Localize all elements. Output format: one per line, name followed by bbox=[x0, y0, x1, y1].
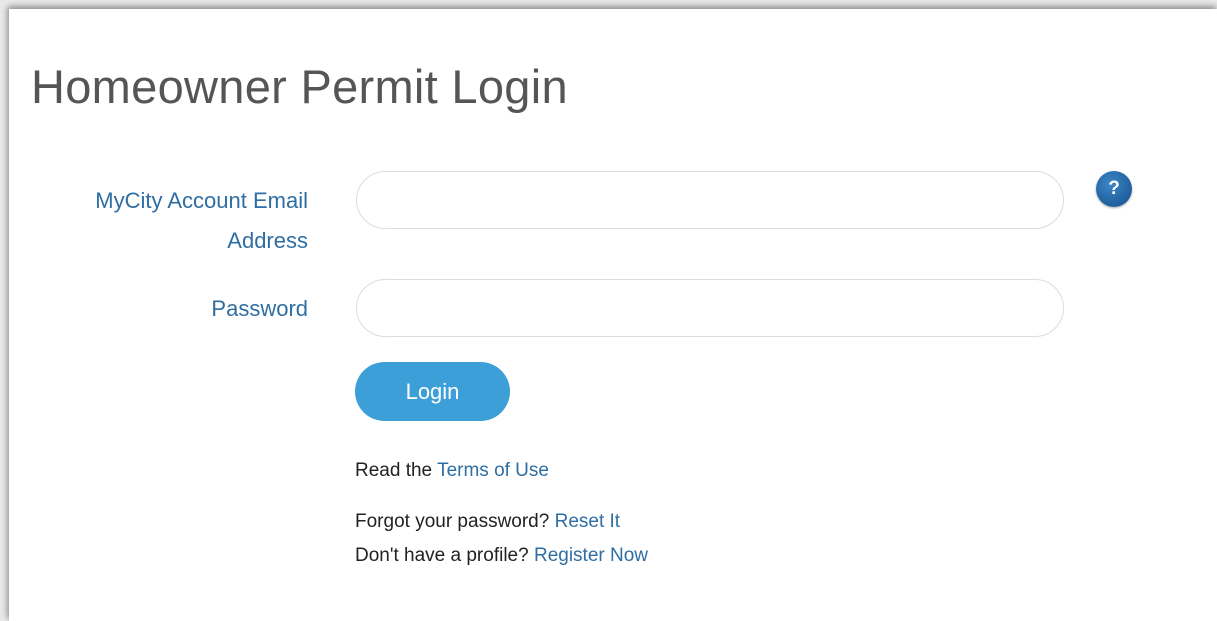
email-input[interactable] bbox=[356, 171, 1064, 229]
login-button[interactable]: Login bbox=[355, 362, 510, 421]
forgot-password-line: Forgot your password? Reset It bbox=[355, 511, 620, 533]
forgot-prefix: Forgot your password? bbox=[355, 511, 555, 532]
reset-password-link[interactable]: Reset It bbox=[555, 511, 620, 532]
email-label-line-1: MyCity Account Email bbox=[95, 188, 308, 213]
register-prefix: Don't have a profile? bbox=[355, 545, 534, 566]
register-line: Don't have a profile? Register Now bbox=[355, 545, 648, 567]
terms-line: Read the Terms of Use bbox=[355, 460, 549, 482]
register-now-link[interactable]: Register Now bbox=[534, 545, 648, 566]
password-label: Password bbox=[211, 296, 308, 321]
terms-prefix: Read the bbox=[355, 460, 438, 481]
login-card: Homeowner Permit Login MyCity Account Em… bbox=[9, 9, 1217, 621]
password-input[interactable] bbox=[356, 279, 1064, 337]
question-mark-icon[interactable]: ? bbox=[1096, 171, 1132, 207]
email-label-line-2: Address bbox=[227, 228, 308, 253]
terms-of-use-link[interactable]: Terms of Use bbox=[437, 460, 549, 481]
email-label: MyCity Account Email Address bbox=[95, 181, 308, 261]
page-title: Homeowner Permit Login bbox=[31, 60, 568, 113]
